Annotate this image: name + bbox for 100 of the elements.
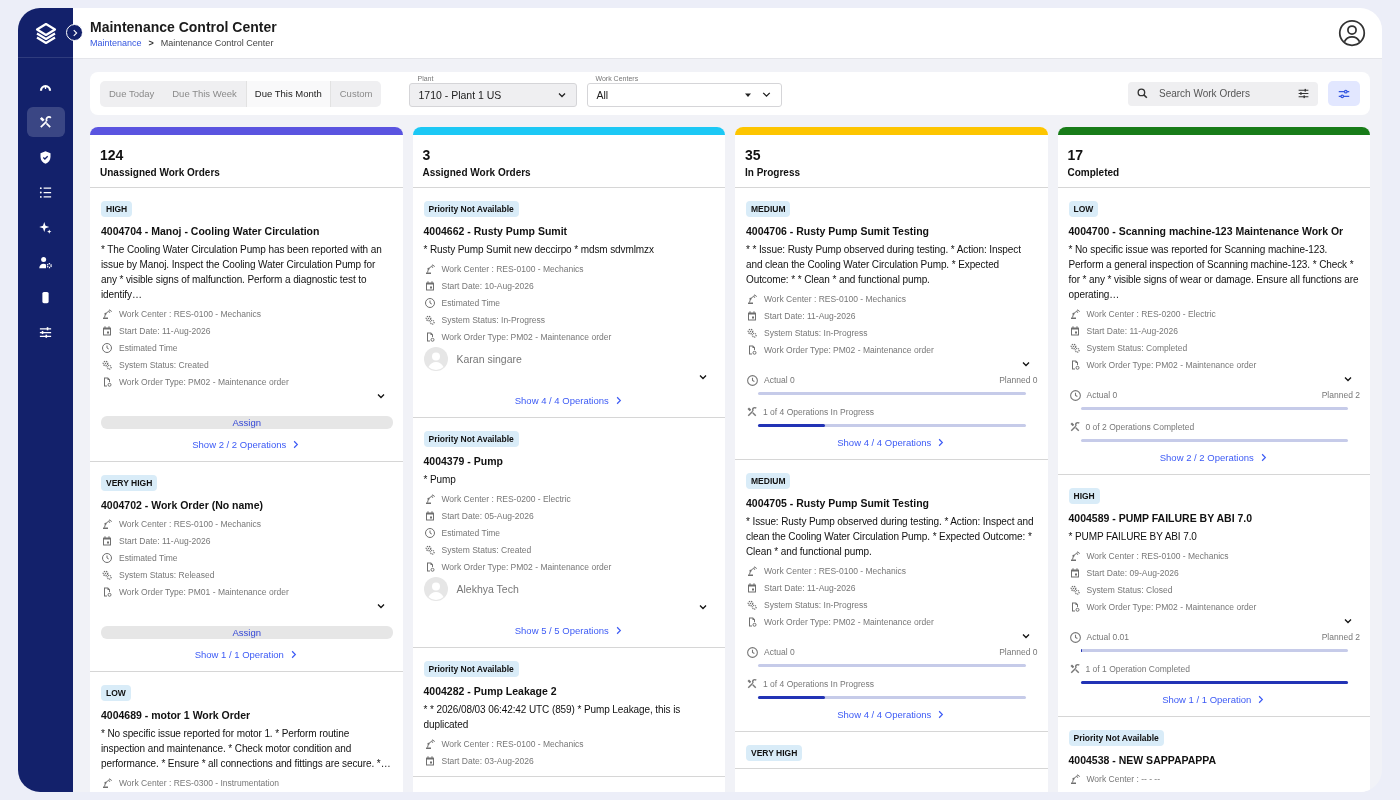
start-date-text: Start Date: 09-Aug-2026 (1086, 567, 1179, 578)
work-order-type-text: Work Order Type: PM02 - Maintenance order (1086, 359, 1257, 370)
system-status-text: System Status: Closed (1086, 584, 1173, 595)
work-order-type-text: Work Order Type: PM01 - Maintenance order (119, 586, 289, 597)
show-operations-link[interactable]: Show 2 / 2 Operations (1159, 452, 1269, 463)
breadcrumb-separator: > (148, 37, 154, 48)
system-status-text: System Status: In-Progress (441, 314, 545, 325)
due-filter-tab[interactable]: Due This Week (163, 80, 246, 107)
planned-time-text: Planned 0 (999, 375, 1038, 385)
start-date-text: Start Date: 11-Aug-2026 (764, 310, 856, 321)
estimated-time-text: Estimated Time (119, 342, 178, 353)
system-status-text: System Status: In-Progress (764, 599, 868, 610)
start-date-text: Start Date: 05-Aug-2026 (441, 510, 534, 521)
work-order-description: * The Cooling Water Circulation Pump has been reported with an issue by Manoj. Inspect the Cooling Water Circulation Pump for any * visible signs of malfunction. Perform a diagnostic test to identify… (101, 243, 383, 302)
work-order-description: * Issue: Rusty Pump observed during testing. * Action: Inspect and clean the Cooling Water Circulation Pump. * Expected Outcome: * Clean * and functional pump. (746, 515, 1035, 559)
estimated-time-text: Estimated Time (441, 527, 501, 538)
column-title: Unassigned Work Orders (100, 167, 221, 178)
work-center-text: Work Center : RES-0200 - Electric (441, 493, 571, 504)
planned-time-text: Planned 0 (999, 647, 1038, 657)
assign-button[interactable]: Assign (101, 626, 393, 639)
work-order-title: 4004538 - NEW SAPPAPAPPA (1068, 753, 1218, 767)
priority-badge: MEDIUM (746, 473, 791, 489)
show-operations-link[interactable]: Show 4 / 4 Operations (837, 709, 947, 720)
work-order-title: 4004706 - Rusty Pump Sumit Testing (746, 224, 931, 238)
show-operations-link[interactable]: Show 4 / 4 Operations (514, 395, 624, 406)
work-order-type-text: Work Order Type: PM02 - Maintenance order (764, 344, 934, 355)
operations-progress-text: 1 of 4 Operations In Progress (763, 679, 875, 689)
work-center-text: Work Center : RES-0100 - Mechanics (119, 518, 262, 529)
work-order-type-text: Work Order Type: PM02 - Maintenance order (764, 616, 934, 627)
priority-badge: Priority Not Available (1068, 730, 1164, 746)
operations-progress-text: 1 of 1 Operation Completed (1085, 664, 1190, 674)
system-status-text: System Status: Created (441, 544, 532, 555)
assignee-name: Alekhya Tech (456, 583, 519, 595)
system-status-text: System Status: Completed (1086, 342, 1188, 353)
search-bar[interactable]: Search Work Orders (1128, 81, 1318, 106)
planned-time-text: Planned 2 (1321, 390, 1360, 400)
work-order-type-text: Work Order Type: PM02 - Maintenance order (441, 561, 612, 572)
due-filter-tab[interactable]: Due This Month (245, 80, 331, 107)
work-center-text: Work Center : RES-0100 - Mechanics (441, 263, 584, 274)
work-center-text: Work Center : RES-0100 - Mechanics (764, 565, 907, 576)
priority-badge: HIGH (101, 201, 133, 217)
show-operations-link[interactable]: Show 1 / 1 Operation (1162, 694, 1267, 705)
work-order-description: * No specific issue reported for motor 1. * Perform routine inspection and maintenance. * Check motor condition and performance. * Ensure * all connections and fittings are secure. *… (101, 727, 392, 771)
work-order-description: * Pump (423, 473, 457, 487)
priority-badge: VERY HIGH (746, 745, 803, 761)
priority-badge: Priority Not Available (423, 431, 519, 447)
priority-badge: LOW (101, 685, 131, 701)
work-order-description: * No specific issue was reported for Scanning machine-123. Perform a general inspection of Scanning machine-123. * Check * for * any * visible signs of wear or damage. Ensure all functions are operating… (1068, 243, 1360, 302)
work-order-description: * * 2026/08/03 06:42:42 UTC (859) * Pump Leakage, this is duplicated (423, 703, 682, 732)
work-center-text: Work Center : RES-0300 - Instrumentation (119, 777, 279, 788)
start-date-text: Start Date: 11-Aug-2026 (1086, 325, 1178, 336)
work-order-title: 4004705 - Rusty Pump Sumit Testing (746, 496, 931, 510)
system-status-text: System Status: In-Progress (764, 327, 868, 338)
show-operations-link[interactable]: Show 2 / 2 Operations (192, 439, 302, 450)
priority-badge: Priority Not Available (423, 661, 519, 677)
due-filter-tab[interactable]: Due Today (100, 80, 164, 107)
operations-progress-text: 0 of 2 Operations Completed (1085, 422, 1195, 432)
work-order-title: 4004702 - Work Order (No name) (101, 498, 265, 512)
actual-time-text: Actual 0 (764, 647, 795, 657)
page-title: Maintenance Control Center (90, 18, 277, 35)
column-title: Completed (1067, 167, 1121, 178)
work-center-text: Work Center : -- - -- (1086, 773, 1160, 784)
assignee-name: Karan singare (456, 353, 522, 365)
priority-badge: Priority Not Available (423, 201, 519, 217)
column-count: 17 (1067, 146, 1085, 164)
work-order-type-text: Work Order Type: PM02 - Maintenance order (441, 331, 612, 342)
work-order-type-text: Work Order Type: PM02 - Maintenance order (119, 376, 289, 387)
priority-badge: LOW (1068, 201, 1099, 217)
work-order-title: 4004700 - Scanning machine-123 Maintenance Work Or (1068, 224, 1345, 238)
assign-button[interactable]: Assign (101, 416, 393, 429)
show-operations-link[interactable]: Show 4 / 4 Operations (837, 437, 947, 448)
priority-badge: VERY HIGH (101, 475, 158, 491)
work-center-text: Work Center : RES-0100 - Mechanics (1086, 550, 1229, 561)
priority-badge: MEDIUM (746, 201, 791, 217)
start-date-text: Start Date: 03-Aug-2026 (441, 755, 534, 766)
show-operations-link[interactable]: Show 5 / 5 Operations (514, 625, 624, 636)
column-title: In Progress (745, 167, 802, 178)
actual-time-text: Actual 0.01 (1086, 632, 1130, 642)
start-date-text: Start Date: 10-Aug-2026 (441, 280, 534, 291)
breadcrumb-current: Maintenance Control Center (160, 37, 274, 48)
actual-time-text: Actual 0 (764, 375, 795, 385)
estimated-time-text: Estimated Time (441, 297, 501, 308)
due-filter-tab[interactable]: Custom (330, 80, 382, 107)
column-count: 35 (745, 146, 762, 164)
start-date-text: Start Date: 11-Aug-2026 (119, 325, 211, 336)
planned-time-text: Planned 2 (1321, 632, 1360, 642)
work-order-title: 4004662 - Rusty Pump Sumit (423, 224, 569, 238)
column-title: Assigned Work Orders (422, 167, 532, 178)
work-order-title: 4004704 - Manoj - Cooling Water Circulation (101, 224, 321, 238)
work-order-title: 4004689 - motor 1 Work Order (101, 708, 252, 722)
system-status-text: System Status: Created (119, 359, 209, 370)
column-count: 124 (100, 146, 125, 164)
work-center-text: Work Center : RES-0100 - Mechanics (764, 293, 907, 304)
system-status-text: System Status: Released (119, 569, 215, 580)
work-center-text: Work Center : RES-0100 - Mechanics (441, 738, 584, 749)
search-field[interactable]: Search Work Orders (1157, 87, 1289, 100)
show-operations-link[interactable]: Show 1 / 1 Operation (194, 649, 299, 660)
priority-badge: HIGH (1068, 488, 1100, 504)
start-date-text: Start Date: 11-Aug-2026 (764, 582, 856, 593)
breadcrumb-link[interactable]: Maintenance (90, 37, 142, 48)
